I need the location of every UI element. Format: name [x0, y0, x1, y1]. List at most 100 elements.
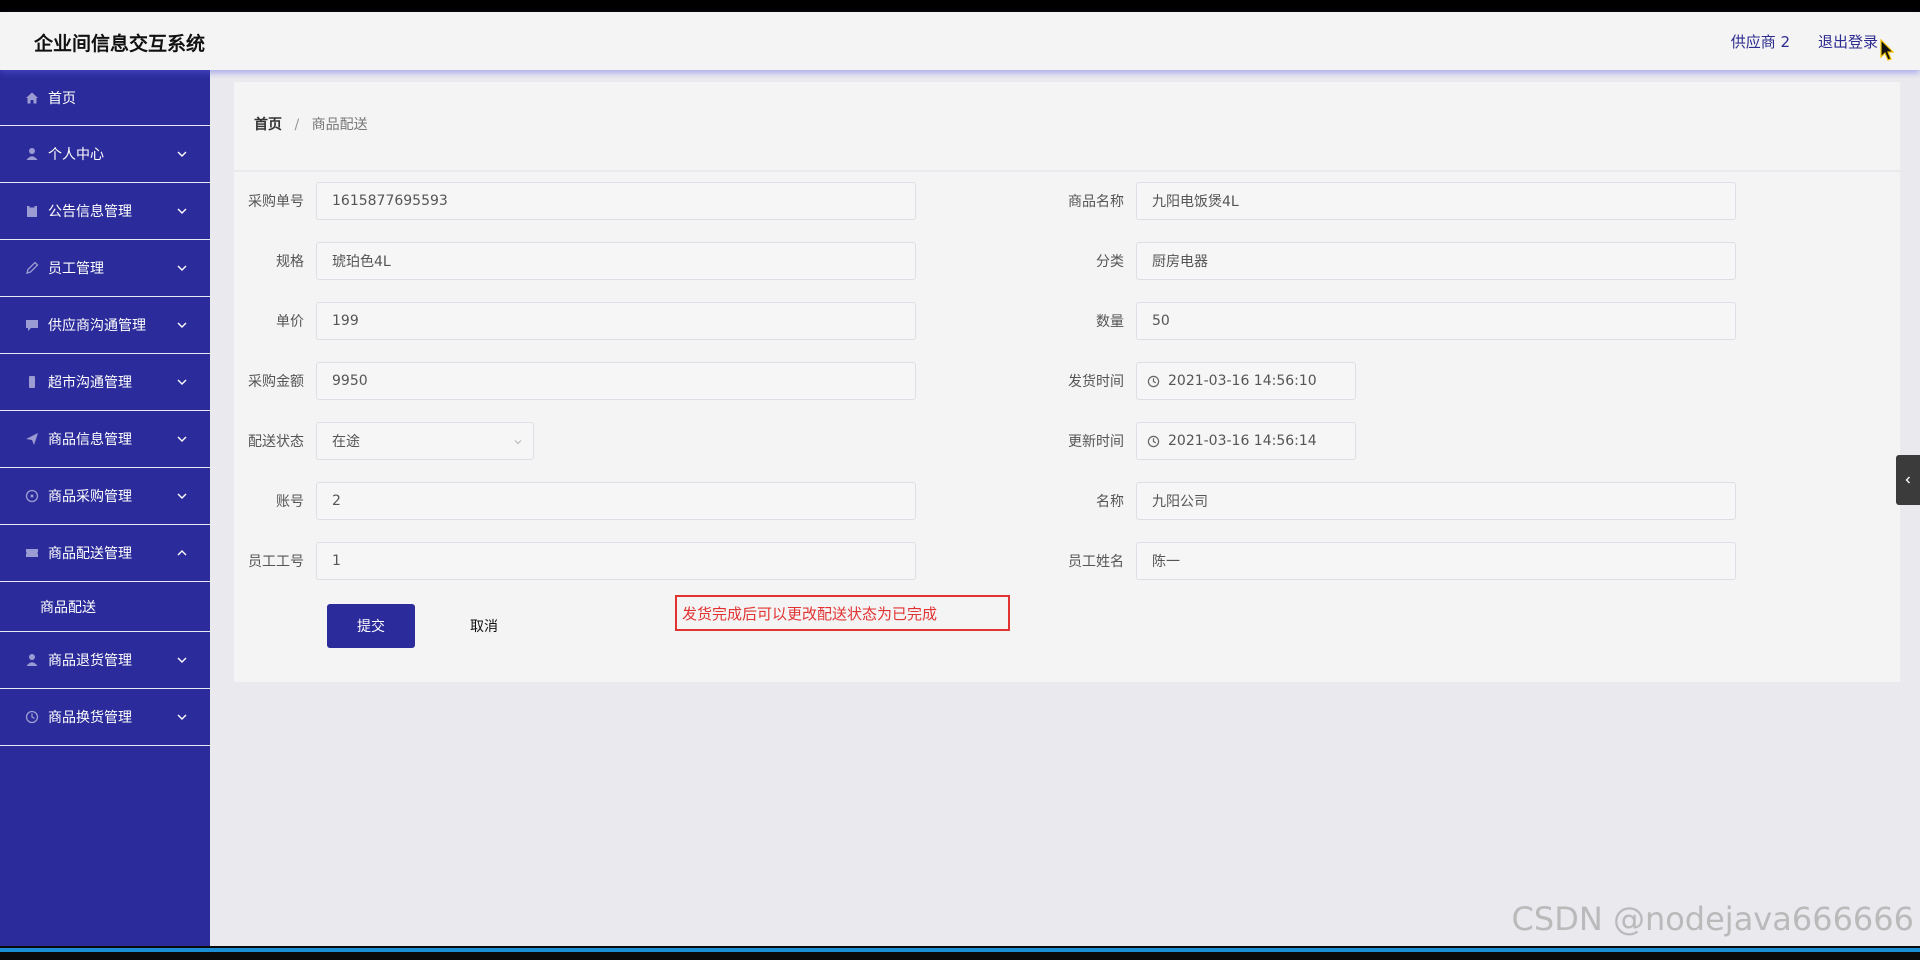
sidebar-item-product-delivery[interactable]: 商品配送管理 — [0, 525, 210, 582]
top-header: 企业间信息交互系统 供应商 2 退出登录 — [0, 12, 1920, 70]
clipboard-icon — [25, 204, 39, 218]
purchase-no-label: 采购单号 — [248, 194, 304, 210]
status-select[interactable]: 在途 — [316, 422, 534, 460]
emp-no-field[interactable]: 1 — [316, 542, 916, 580]
logout-link[interactable]: 退出登录 — [1818, 31, 1878, 52]
chevron-down-icon — [177, 657, 187, 663]
sidebar-item-product-purchase[interactable]: 商品采购管理 — [0, 468, 210, 525]
sidebar-item-supermarket-communication[interactable]: 超市沟通管理 — [0, 354, 210, 411]
sidebar-item-announcements[interactable]: 公告信息管理 — [0, 183, 210, 240]
sidebar-item-label: 首页 — [48, 90, 76, 107]
clock-icon — [1147, 435, 1160, 447]
unit-price-field[interactable]: 199 — [316, 302, 916, 340]
breadcrumb-home[interactable]: 首页 — [254, 117, 282, 133]
form-row-name: 名称 九阳公司 — [1054, 482, 1736, 520]
product-name-label: 商品名称 — [1068, 194, 1124, 210]
user-icon — [25, 653, 39, 667]
status-label: 配送状态 — [248, 434, 304, 450]
progress-strip — [0, 948, 1920, 952]
sidebar-subitem-delivery[interactable]: 商品配送 — [0, 582, 210, 632]
sidebar-item-product-exchange[interactable]: 商品换货管理 — [0, 689, 210, 746]
sidebar-item-product-returns[interactable]: 商品退货管理 — [0, 632, 210, 689]
form-row-status: 配送状态 在途 — [234, 422, 534, 460]
sidebar-item-personal-center[interactable]: 个人中心 — [0, 126, 210, 183]
spec-label: 规格 — [276, 254, 304, 270]
sidebar-item-label: 个人中心 — [48, 147, 104, 163]
pen-icon — [25, 261, 39, 275]
name-label: 名称 — [1096, 494, 1124, 510]
delivery-form: 采购单号 1615877695593 商品名称 九阳电饭煲4L 规格 琥珀色4L… — [234, 172, 1900, 682]
category-label: 分类 — [1096, 254, 1124, 270]
side-drawer-toggle[interactable] — [1896, 455, 1920, 505]
form-row-product-name: 商品名称 九阳电饭煲4L — [1054, 182, 1736, 220]
product-name-field[interactable]: 九阳电饭煲4L — [1136, 182, 1736, 220]
unit-price-label: 单价 — [276, 314, 304, 330]
chevron-down-icon — [177, 379, 187, 385]
chevron-down-icon — [177, 714, 187, 720]
ticket-icon — [25, 546, 39, 560]
clock-icon — [25, 710, 39, 724]
sidebar-item-supplier-communication[interactable]: 供应商沟通管理 — [0, 297, 210, 354]
app-window: 企业间信息交互系统 供应商 2 退出登录 首页 个人中心 公告信息管理 员工管理… — [0, 12, 1920, 946]
sidebar-item-label: 员工管理 — [48, 261, 104, 277]
breadcrumb-separator: / — [294, 117, 300, 133]
chevron-down-icon — [177, 208, 187, 214]
sidebar-item-label: 商品配送管理 — [48, 546, 132, 562]
compass-icon — [25, 489, 39, 503]
breadcrumb-current: 商品配送 — [311, 117, 368, 133]
form-row-purchase-no: 采购单号 1615877695593 — [234, 182, 916, 220]
account-label: 账号 — [276, 494, 304, 510]
chevron-down-icon — [514, 440, 522, 445]
account-field[interactable]: 2 — [316, 482, 916, 520]
emp-no-label: 员工工号 — [248, 554, 304, 570]
update-time-label: 更新时间 — [1068, 434, 1124, 450]
category-field[interactable]: 厨房电器 — [1136, 242, 1736, 280]
breadcrumb-panel: 首页 / 商品配送 — [234, 82, 1900, 170]
form-row-amount: 采购金额 9950 — [234, 362, 916, 400]
sidebar-item-label: 商品信息管理 — [48, 432, 132, 448]
form-row-spec: 规格 琥珀色4L — [234, 242, 916, 280]
sidebar: 首页 个人中心 公告信息管理 员工管理 供应商沟通管理 超市沟通管理 商品信息管… — [0, 70, 210, 946]
send-icon — [25, 432, 39, 446]
purchase-no-field[interactable]: 1615877695593 — [316, 182, 916, 220]
name-field[interactable]: 九阳公司 — [1136, 482, 1736, 520]
sidebar-item-label: 供应商沟通管理 — [48, 318, 146, 334]
current-user: 供应商 2 — [1730, 33, 1790, 51]
form-row-emp-name: 员工姓名 陈一 — [1054, 542, 1736, 580]
spec-field[interactable]: 琥珀色4L — [316, 242, 916, 280]
user-icon — [25, 147, 39, 161]
quantity-field[interactable]: 50 — [1136, 302, 1736, 340]
sidebar-item-employees[interactable]: 员工管理 — [0, 240, 210, 297]
mouse-cursor-icon — [1880, 39, 1894, 61]
form-row-emp-no: 员工工号 1 — [234, 542, 916, 580]
submit-button[interactable]: 提交 — [327, 604, 415, 648]
update-time-picker[interactable]: 2021-03-16 14:56:14 — [1136, 422, 1356, 460]
ship-time-label: 发货时间 — [1068, 374, 1124, 390]
chat-icon — [25, 318, 39, 332]
phone-icon — [25, 375, 39, 389]
annotation-note: 发货完成后可以更改配送状态为已完成 — [675, 595, 1010, 631]
emp-name-label: 员工姓名 — [1068, 554, 1124, 570]
sidebar-item-product-info[interactable]: 商品信息管理 — [0, 411, 210, 468]
emp-name-field[interactable]: 陈一 — [1136, 542, 1736, 580]
sidebar-item-label: 商品换货管理 — [48, 710, 132, 726]
clock-icon — [1147, 375, 1160, 387]
ship-time-picker[interactable]: 2021-03-16 14:56:10 — [1136, 362, 1356, 400]
amount-field[interactable]: 9950 — [316, 362, 916, 400]
cancel-button[interactable]: 取消 — [444, 604, 524, 648]
form-row-category: 分类 厨房电器 — [1054, 242, 1736, 280]
sidebar-item-label: 商品退货管理 — [48, 653, 132, 669]
chevron-left-icon — [1905, 476, 1910, 484]
ship-time-value: 2021-03-16 14:56:10 — [1168, 373, 1317, 389]
taskbar — [0, 946, 1920, 960]
home-icon — [25, 91, 39, 105]
form-row-update-time: 更新时间 2021-03-16 14:56:14 — [1054, 422, 1356, 460]
sidebar-item-label: 超市沟通管理 — [48, 375, 132, 391]
app-title: 企业间信息交互系统 — [34, 33, 206, 55]
sidebar-item-label: 商品采购管理 — [48, 489, 132, 505]
form-row-ship-time: 发货时间 2021-03-16 14:56:10 — [1054, 362, 1356, 400]
chevron-down-icon — [177, 265, 187, 271]
watermark: CSDN @nodejava666666 — [1511, 900, 1914, 938]
sidebar-item-home[interactable]: 首页 — [0, 70, 210, 126]
form-row-unit-price: 单价 199 — [234, 302, 916, 340]
